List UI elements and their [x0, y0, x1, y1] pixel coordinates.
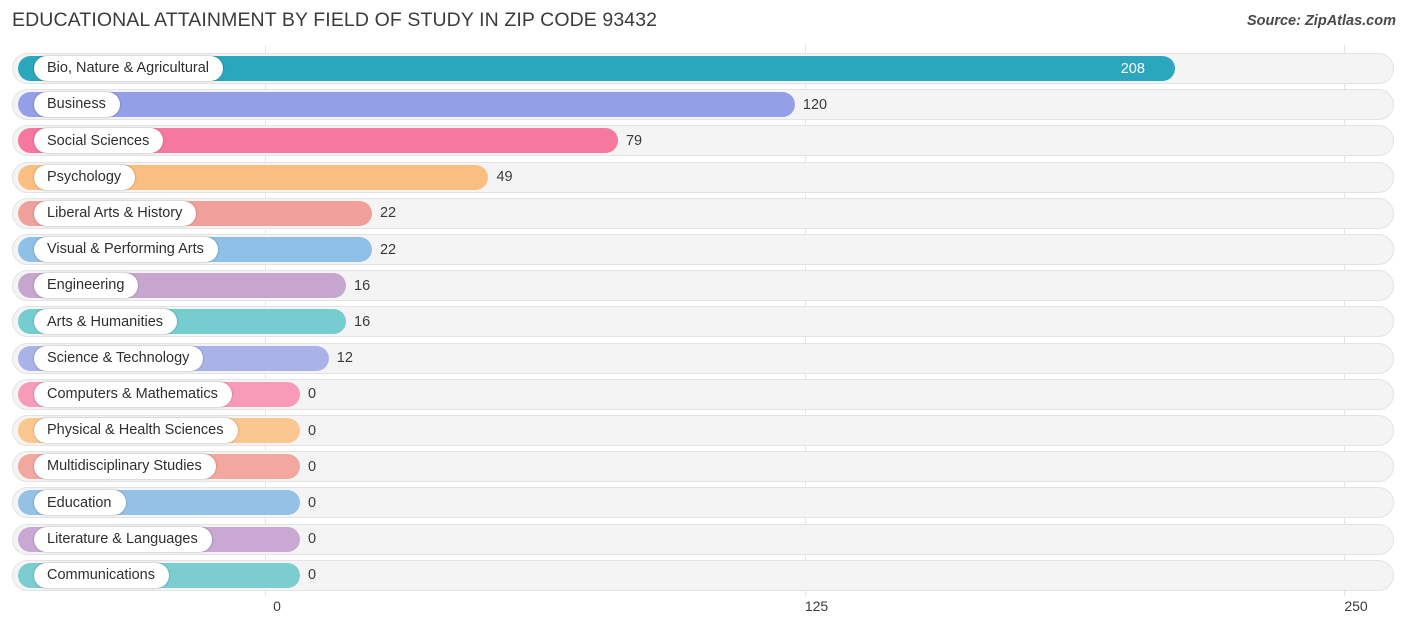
bar-row: Multidisciplinary Studies 0	[12, 451, 1394, 482]
x-tick-label: 125	[805, 598, 828, 614]
bar-rows: Bio, Nature & Agricultural208Business120…	[0, 45, 1406, 596]
bar-category-label: Visual & Performing Arts	[34, 237, 218, 262]
bar-category-text: Communications	[47, 568, 155, 583]
bar-category-text: Computers & Mathematics	[47, 387, 218, 402]
bar-category-label: Psychology	[34, 165, 135, 190]
page-title: EDUCATIONAL ATTAINMENT BY FIELD OF STUDY…	[12, 9, 657, 32]
bar-value-label: 22	[380, 198, 396, 229]
bar-value-label: 79	[626, 125, 642, 156]
chart-header: EDUCATIONAL ATTAINMENT BY FIELD OF STUDY…	[0, 0, 1406, 45]
bar-row: Arts & Humanities 16	[12, 306, 1394, 337]
bar-category-label: Engineering	[34, 273, 138, 298]
bar-row: Science & Technology 12	[12, 343, 1394, 374]
bar-category-label: Education	[34, 490, 126, 515]
bar-value-label: 0	[308, 487, 316, 518]
bar-value-label: 0	[308, 415, 316, 446]
bar-category-label: Social Sciences	[34, 128, 163, 153]
bar-row: Psychology 49	[12, 162, 1394, 193]
bar-row: Physical & Health Sciences 0	[12, 415, 1394, 446]
chart-container: EDUCATIONAL ATTAINMENT BY FIELD OF STUDY…	[0, 0, 1406, 631]
bar-row: Education 0	[12, 487, 1394, 518]
bar-category-label: Bio, Nature & Agricultural	[34, 56, 223, 81]
bar-category-text: Business	[47, 97, 106, 112]
bar-row: Computers & Mathematics 0	[12, 379, 1394, 410]
bar-category-label: Communications	[34, 563, 169, 588]
bar-category-text: Literature & Languages	[47, 532, 198, 547]
bar-category-label: Multidisciplinary Studies	[34, 454, 216, 479]
x-tick-label: 250	[1344, 598, 1367, 614]
bar-value-label: 16	[354, 270, 370, 301]
bar-value-label: 0	[308, 451, 316, 482]
bar-row: Literature & Languages 0	[12, 524, 1394, 555]
bar-category-label: Arts & Humanities	[34, 309, 177, 334]
bar-value-label: 12	[337, 343, 353, 374]
x-tick-label: 0	[273, 598, 281, 614]
bar-row: Liberal Arts & History 22	[12, 198, 1394, 229]
bar-value-label: 49	[496, 162, 512, 193]
bar-category-label: Science & Technology	[34, 346, 203, 371]
bar-category-label: Computers & Mathematics	[34, 382, 232, 407]
bar-category-label: Business	[34, 92, 120, 117]
bar-category-text: Engineering	[47, 278, 124, 293]
source-attribution: Source: ZipAtlas.com	[1247, 13, 1396, 29]
bar-row: Communications 0	[12, 560, 1394, 591]
bar-category-label: Liberal Arts & History	[34, 201, 196, 226]
bar-value-label: 120	[803, 89, 827, 120]
bar-category-label: Physical & Health Sciences	[34, 418, 238, 443]
bar-row: Engineering 16	[12, 270, 1394, 301]
bar[interactable]	[18, 92, 795, 117]
bar-category-text: Arts & Humanities	[47, 315, 163, 330]
bar-row: Visual & Performing Arts 22	[12, 234, 1394, 265]
bar-category-text: Education	[47, 496, 112, 511]
bar-category-text: Visual & Performing Arts	[47, 242, 204, 257]
bar-row: Social Sciences 79	[12, 125, 1394, 156]
bar-category-text: Social Sciences	[47, 134, 149, 149]
x-axis: 0 125 250	[0, 596, 1406, 631]
bar-category-text: Bio, Nature & Agricultural	[47, 61, 209, 76]
bar-category-text: Psychology	[47, 170, 121, 185]
bar-row: Business 120	[12, 89, 1394, 120]
bar-value-label: 22	[380, 234, 396, 265]
bar-category-text: Physical & Health Sciences	[47, 423, 224, 438]
bar-value-label: 16	[354, 306, 370, 337]
bar-value-label: 208	[1121, 53, 1145, 84]
bar-row: Bio, Nature & Agricultural 208	[12, 53, 1394, 84]
bar-category-label: Literature & Languages	[34, 527, 212, 552]
bar-category-text: Liberal Arts & History	[47, 206, 182, 221]
bar-category-text: Science & Technology	[47, 351, 189, 366]
bar-value-label: 0	[308, 524, 316, 555]
bar-category-text: Multidisciplinary Studies	[47, 459, 202, 474]
plot-area: Bio, Nature & Agricultural208Business120…	[0, 45, 1406, 596]
bar-value-label: 0	[308, 379, 316, 410]
bar-value-label: 0	[308, 560, 316, 591]
